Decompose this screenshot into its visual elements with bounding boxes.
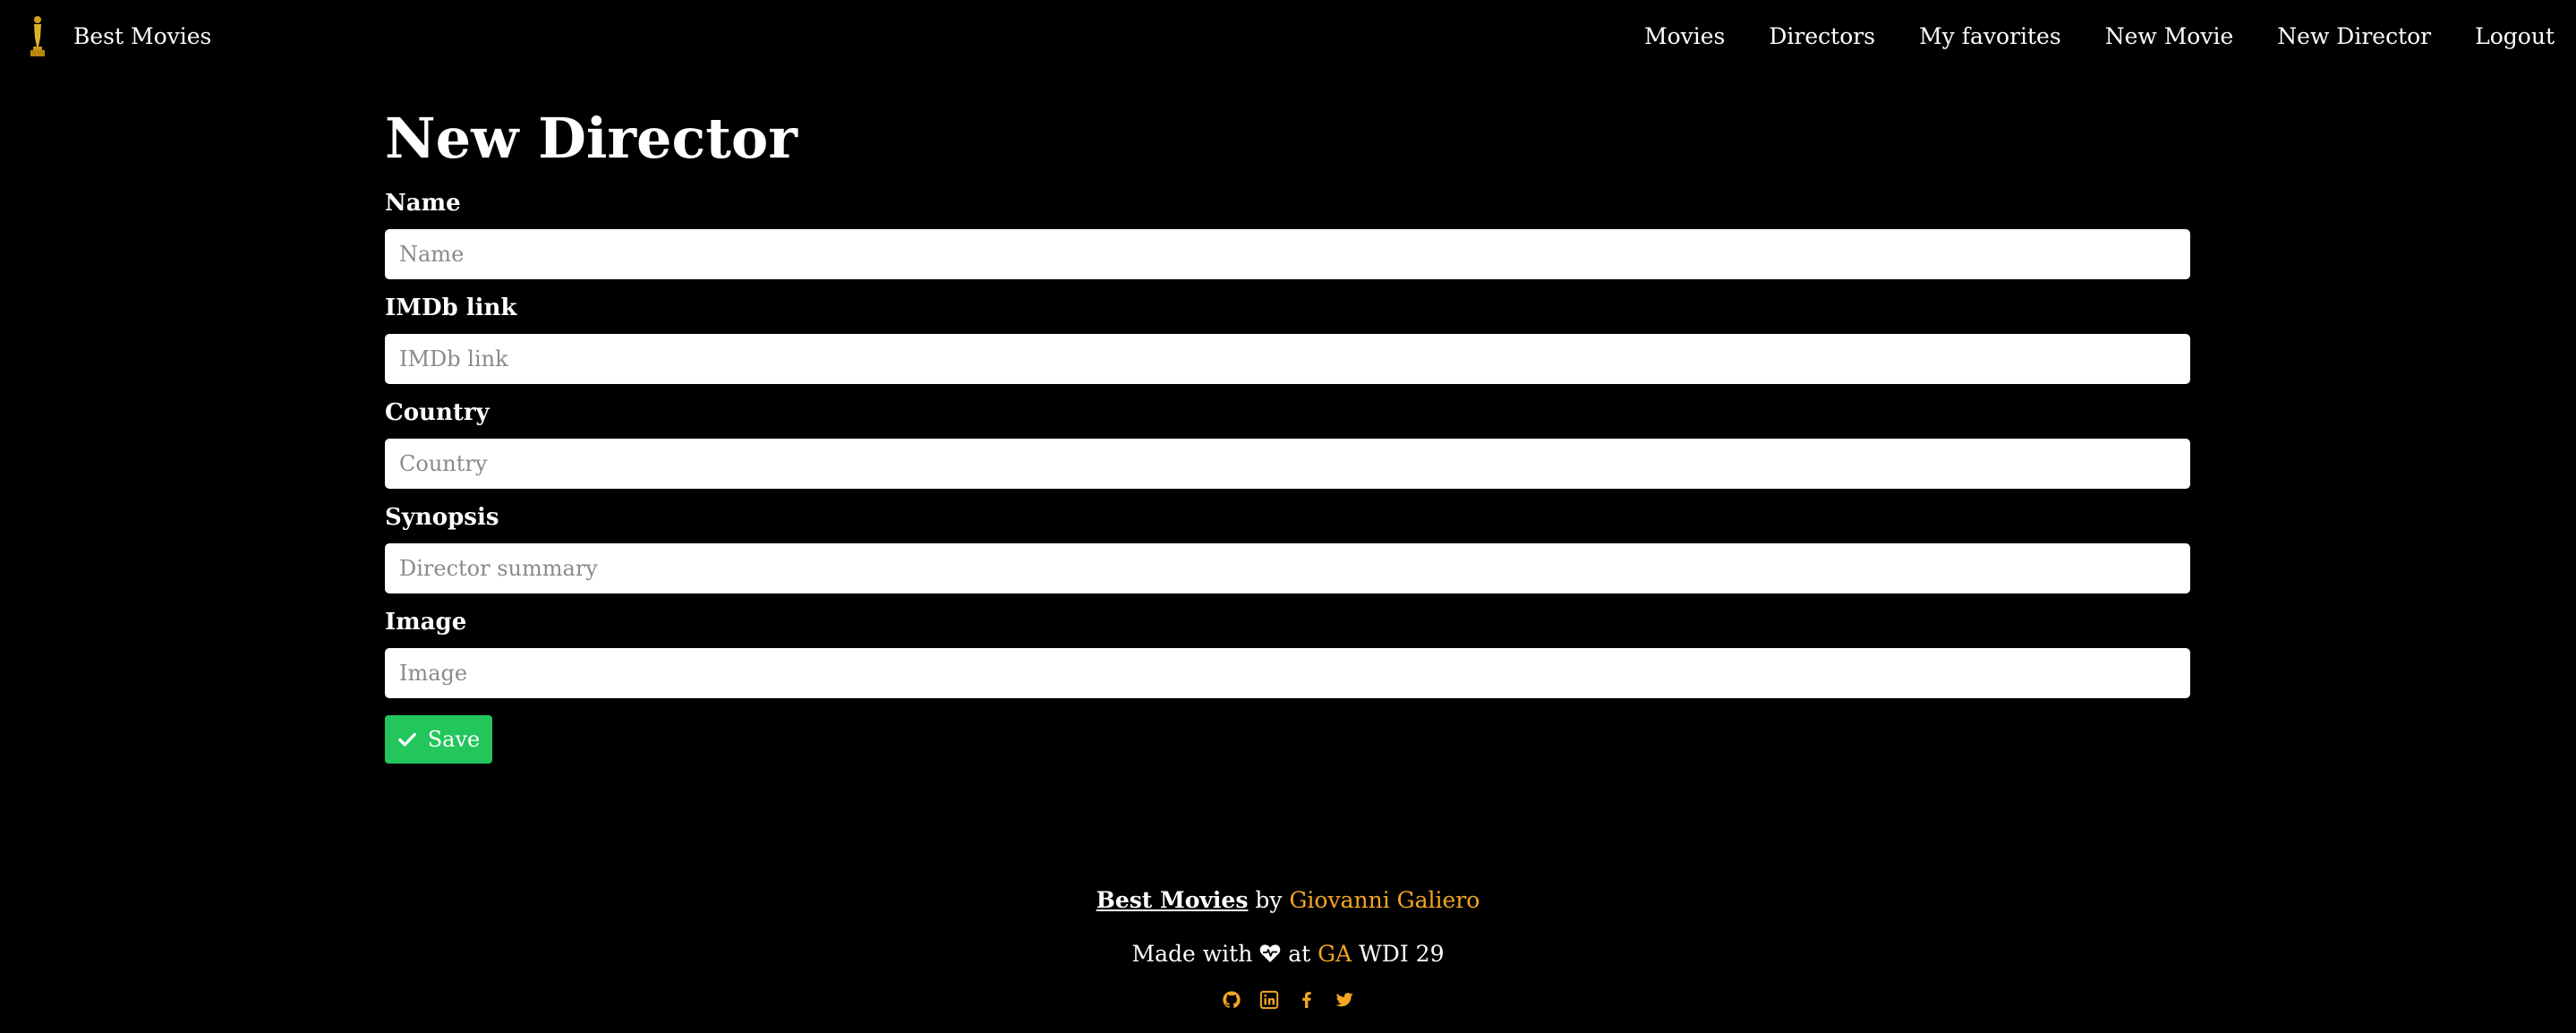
nav-movies[interactable]: Movies xyxy=(1644,23,1725,49)
facebook-icon xyxy=(1302,992,1311,1009)
new-director-form: New Director Name IMDb link Country Syno… xyxy=(385,100,2190,764)
oscar-statuette-icon xyxy=(30,16,45,56)
nav-menu: Movies Directors My favorites New Movie … xyxy=(1600,0,2555,72)
nav-directors[interactable]: Directors xyxy=(1769,23,1875,49)
footer-author-link[interactable]: Giovanni Galiero xyxy=(1289,887,1480,913)
save-button[interactable]: Save xyxy=(385,715,492,764)
brand-link[interactable]: Best Movies xyxy=(25,0,211,72)
synopsis-input[interactable] xyxy=(385,543,2190,593)
navbar: Best Movies Movies Directors My favorite… xyxy=(0,0,2576,72)
linkedin-link[interactable] xyxy=(1259,990,1279,1010)
name-label: Name xyxy=(385,190,461,217)
image-input[interactable] xyxy=(385,648,2190,698)
footer-made-with: Made with at GA WDI 29 xyxy=(0,940,2576,969)
footer-credits: Best Movies by Giovanni Galiero xyxy=(0,886,2576,915)
synopsis-label: Synopsis xyxy=(385,504,499,531)
facebook-link[interactable] xyxy=(1297,990,1317,1010)
footer-app-link[interactable]: Best Movies xyxy=(1096,887,1249,913)
github-link[interactable] xyxy=(1222,990,1241,1010)
linkedin-icon xyxy=(1259,990,1279,1010)
country-input[interactable] xyxy=(385,439,2190,489)
page-title: New Director xyxy=(385,106,798,171)
country-field-group: Country xyxy=(385,399,2190,489)
github-icon xyxy=(1223,991,1241,1008)
twitter-link[interactable] xyxy=(1335,990,1354,1010)
imdb-link-field-group: IMDb link xyxy=(385,295,2190,384)
synopsis-field-group: Synopsis xyxy=(385,504,2190,593)
footer-course-text: WDI 29 xyxy=(1359,941,1445,967)
footer-at-text: at xyxy=(1288,941,1311,967)
footer-school-link[interactable]: GA xyxy=(1318,941,1352,967)
footer-by-text: by xyxy=(1255,887,1283,913)
nav-new-director[interactable]: New Director xyxy=(2277,23,2431,49)
brand-name: Best Movies xyxy=(73,22,212,49)
check-icon xyxy=(397,732,416,747)
imdb-link-input[interactable] xyxy=(385,334,2190,384)
nav-new-movie[interactable]: New Movie xyxy=(2105,23,2234,49)
nav-my-favorites[interactable]: My favorites xyxy=(1919,23,2061,49)
twitter-icon xyxy=(1335,993,1353,1007)
nav-logout[interactable]: Logout xyxy=(2475,23,2555,49)
social-links xyxy=(0,990,2576,1010)
footer-made-with-text: Made with xyxy=(1131,941,1253,967)
name-field-group: Name xyxy=(385,190,2190,279)
image-field-group: Image xyxy=(385,609,2190,698)
save-label: Save xyxy=(427,727,481,752)
heart-icon xyxy=(1259,944,1281,962)
image-label: Image xyxy=(385,609,467,636)
footer: Best Movies by Giovanni Galiero Made wit… xyxy=(0,886,2576,1010)
name-input[interactable] xyxy=(385,229,2190,279)
country-label: Country xyxy=(385,399,490,426)
imdb-link-label: IMDb link xyxy=(385,295,517,321)
